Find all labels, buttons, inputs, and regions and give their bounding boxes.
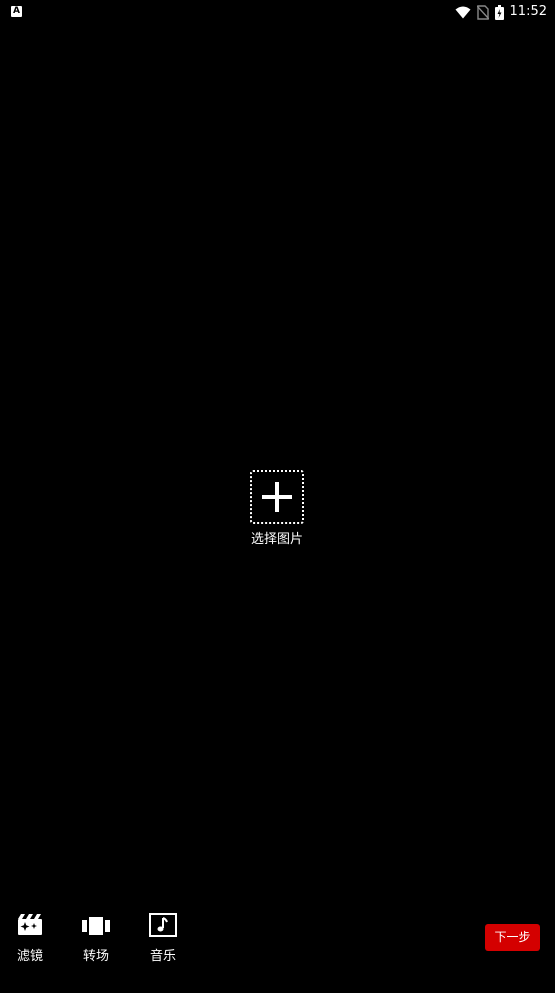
notification-a-icon: A [11, 6, 22, 17]
battery-charging-icon [494, 4, 504, 20]
transition-icon [82, 917, 110, 935]
music-label: 音乐 [149, 949, 176, 964]
wifi-icon [455, 6, 471, 18]
filter-icon [18, 914, 42, 935]
transition-tool[interactable]: 转场 [74, 913, 118, 964]
editor-screen: A 11:52 选择图片 滤镜 转场 音乐 下一步 [0, 0, 555, 993]
status-bar: A 11:52 [0, 0, 555, 24]
no-sim-icon [476, 4, 489, 20]
filter-tool[interactable]: 滤镜 [8, 913, 52, 964]
next-step-button[interactable]: 下一步 [485, 924, 540, 951]
select-image-button[interactable] [250, 470, 304, 524]
transition-label: 转场 [82, 949, 109, 964]
plus-icon [262, 482, 292, 512]
status-time: 11:52 [509, 4, 547, 19]
status-icons: 11:52 [455, 3, 547, 21]
music-tool[interactable]: 音乐 [141, 913, 185, 964]
select-image-label[interactable]: 选择图片 [237, 528, 317, 547]
music-icon [149, 913, 177, 937]
filter-label: 滤镜 [16, 949, 43, 964]
